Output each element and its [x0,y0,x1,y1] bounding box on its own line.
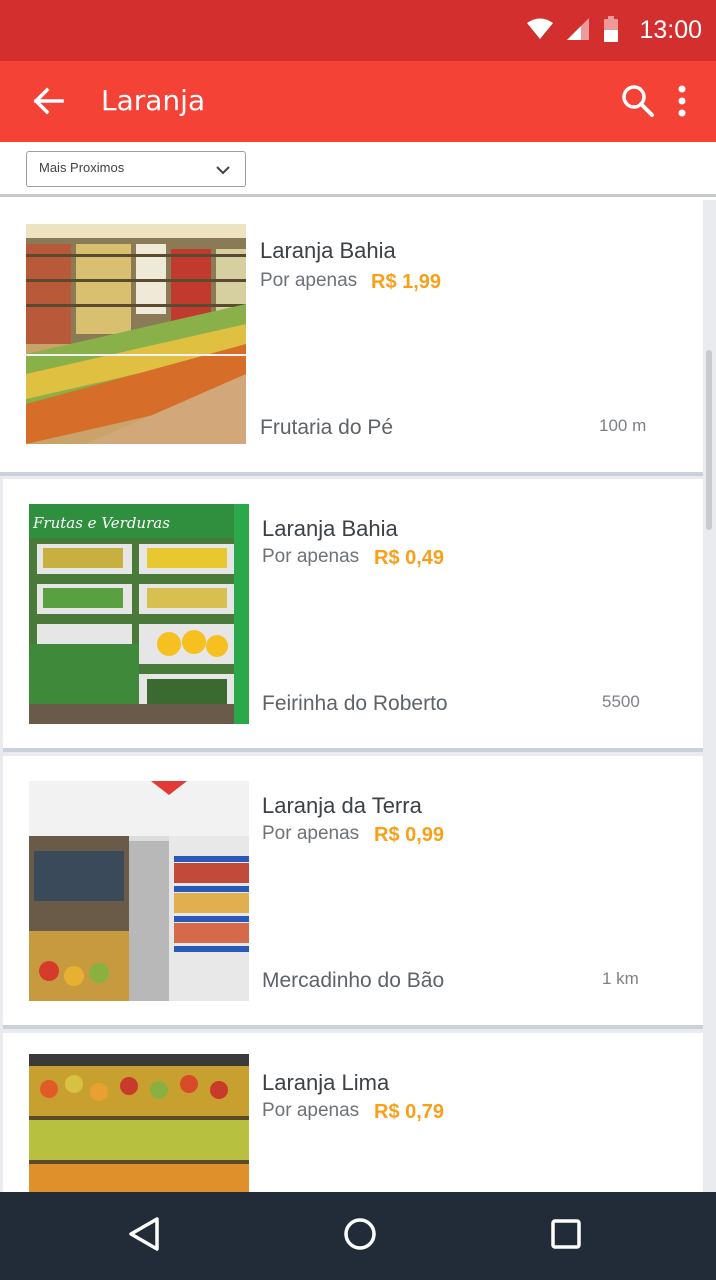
product-name: Laranja Lima [262,1070,390,1095]
nav-home-icon [343,1217,377,1255]
product-price: R$ 0,49 [374,547,445,569]
product-price: R$ 1,99 [371,271,442,293]
back-button[interactable] [28,83,68,123]
arrow-back-icon [32,87,64,119]
system-nav-bar [0,1192,716,1280]
search-icon [621,84,655,122]
more-vert-icon [677,85,687,121]
product-list: Laranja Bahia Por apenas R$ 1,99 Frutari… [0,200,716,1192]
product-name: Laranja da Terra [262,793,422,818]
nav-home-button[interactable] [336,1212,384,1260]
store-name: Frutaria do Pé [260,416,394,439]
product-price: R$ 0,99 [374,824,445,846]
store-name: Mercadinho do Bão [262,969,445,992]
svg-text:Frutas e Verduras: Frutas e Verduras [32,514,170,532]
product-card[interactable]: Laranja Bahia Por apenas R$ 1,99 Frutari… [0,200,703,476]
filter-bar: Mais Proximos [0,142,716,197]
product-card[interactable]: Laranja Lima Por apenas R$ 0,79 [3,1033,703,1192]
sort-dropdown-value: Mais Proximos [39,160,125,175]
store-photo [29,1054,249,1192]
nav-recents-icon [550,1218,582,1254]
chevron-down-icon [215,162,231,181]
store-photo [26,224,246,444]
store-name: Feirinha do Roberto [262,692,448,715]
product-name: Laranja Bahia [262,516,398,541]
more-options-button[interactable] [668,83,696,123]
battery-icon [603,15,619,46]
price-prefix: Por apenas [262,546,360,567]
status-bar: 13:00 [0,0,716,61]
signal-icon [567,17,590,44]
price-prefix: Por apenas [262,1100,360,1121]
page-title: Laranja [101,84,206,117]
product-name: Laranja Bahia [260,238,396,263]
search-button[interactable] [618,83,658,123]
store-distance: 5500 [602,692,640,711]
sort-dropdown[interactable]: Mais Proximos [26,151,246,187]
nav-back-icon [127,1216,161,1256]
wifi-icon [527,18,554,44]
price-prefix: Por apenas [262,823,360,844]
scrollbar[interactable] [706,350,712,530]
status-time: 13:00 [639,16,702,44]
store-distance: 100 m [599,416,647,435]
store-photo [29,781,249,1001]
product-card[interactable]: Laranja da Terra Por apenas R$ 0,99 Merc… [3,756,703,1029]
nav-back-button[interactable] [120,1212,168,1260]
store-distance: 1 km [602,969,639,988]
nav-recents-button[interactable] [542,1212,590,1260]
price-prefix: Por apenas [260,270,358,291]
product-card[interactable]: Frutas e Verduras Laranja Bahia Por apen… [3,479,703,752]
store-photo: Frutas e Verduras [29,504,249,724]
app-bar: Laranja [0,61,716,142]
product-price: R$ 0,79 [374,1101,445,1123]
